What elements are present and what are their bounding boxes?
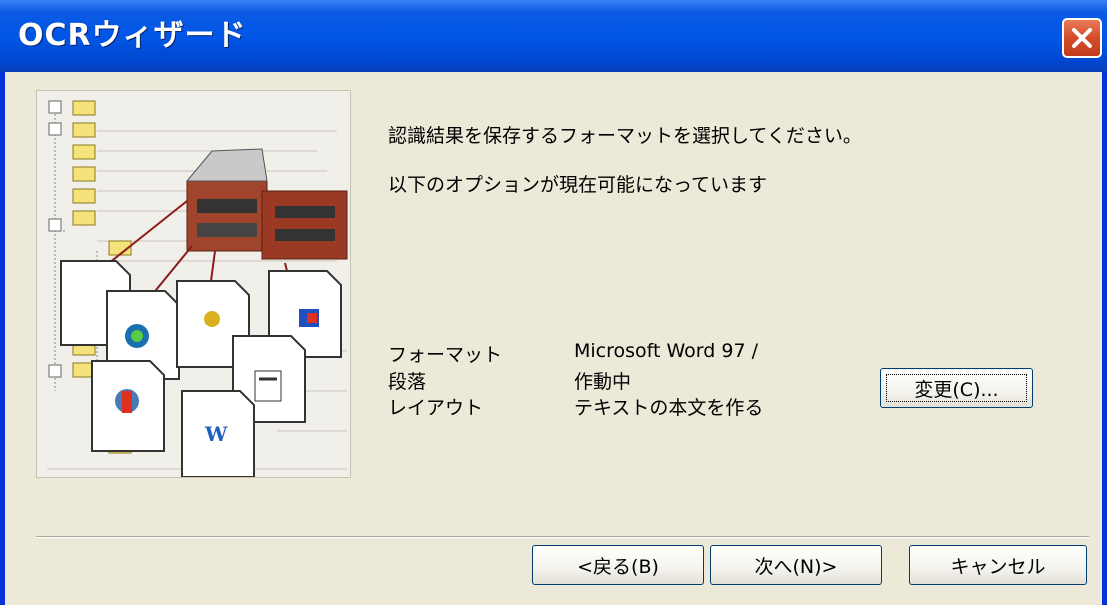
paragraph-label: 段落: [388, 371, 427, 393]
window-title: OCRウィザード: [18, 18, 247, 53]
change-button[interactable]: 変更(C)...: [880, 368, 1033, 408]
layout-value: テキストの本文を作る: [574, 397, 764, 419]
options-subtitle: 以下のオプションが現在可能になっています: [388, 174, 768, 196]
title-bar[interactable]: OCRウィザード: [0, 0, 1107, 72]
close-button[interactable]: [1062, 18, 1102, 58]
focus-rect: [886, 374, 1027, 402]
cancel-button-label: キャンセル: [950, 555, 1046, 578]
svg-text:W: W: [204, 422, 228, 446]
close-icon: [1072, 28, 1092, 48]
wizard-illustration: W: [36, 90, 351, 478]
format-label: フォーマット: [388, 344, 503, 366]
format-value: Microsoft Word 97 /: [574, 340, 758, 362]
wizard-window: OCRウィザード W 認識結果を保存するフォーマットを選択してください。 以下の…: [0, 0, 1107, 605]
back-button-label: <戻る(B): [577, 555, 659, 578]
cancel-button[interactable]: キャンセル: [909, 545, 1087, 585]
paragraph-value: 作動中: [574, 371, 632, 393]
next-button-label: 次へ(N)>: [754, 555, 838, 578]
next-button[interactable]: 次へ(N)>: [710, 545, 882, 585]
layout-label: レイアウト: [388, 397, 484, 419]
footer-divider: [36, 536, 1089, 538]
instruction-text: 認識結果を保存するフォーマットを選択してください。: [388, 125, 862, 147]
back-button[interactable]: <戻る(B): [532, 545, 704, 585]
